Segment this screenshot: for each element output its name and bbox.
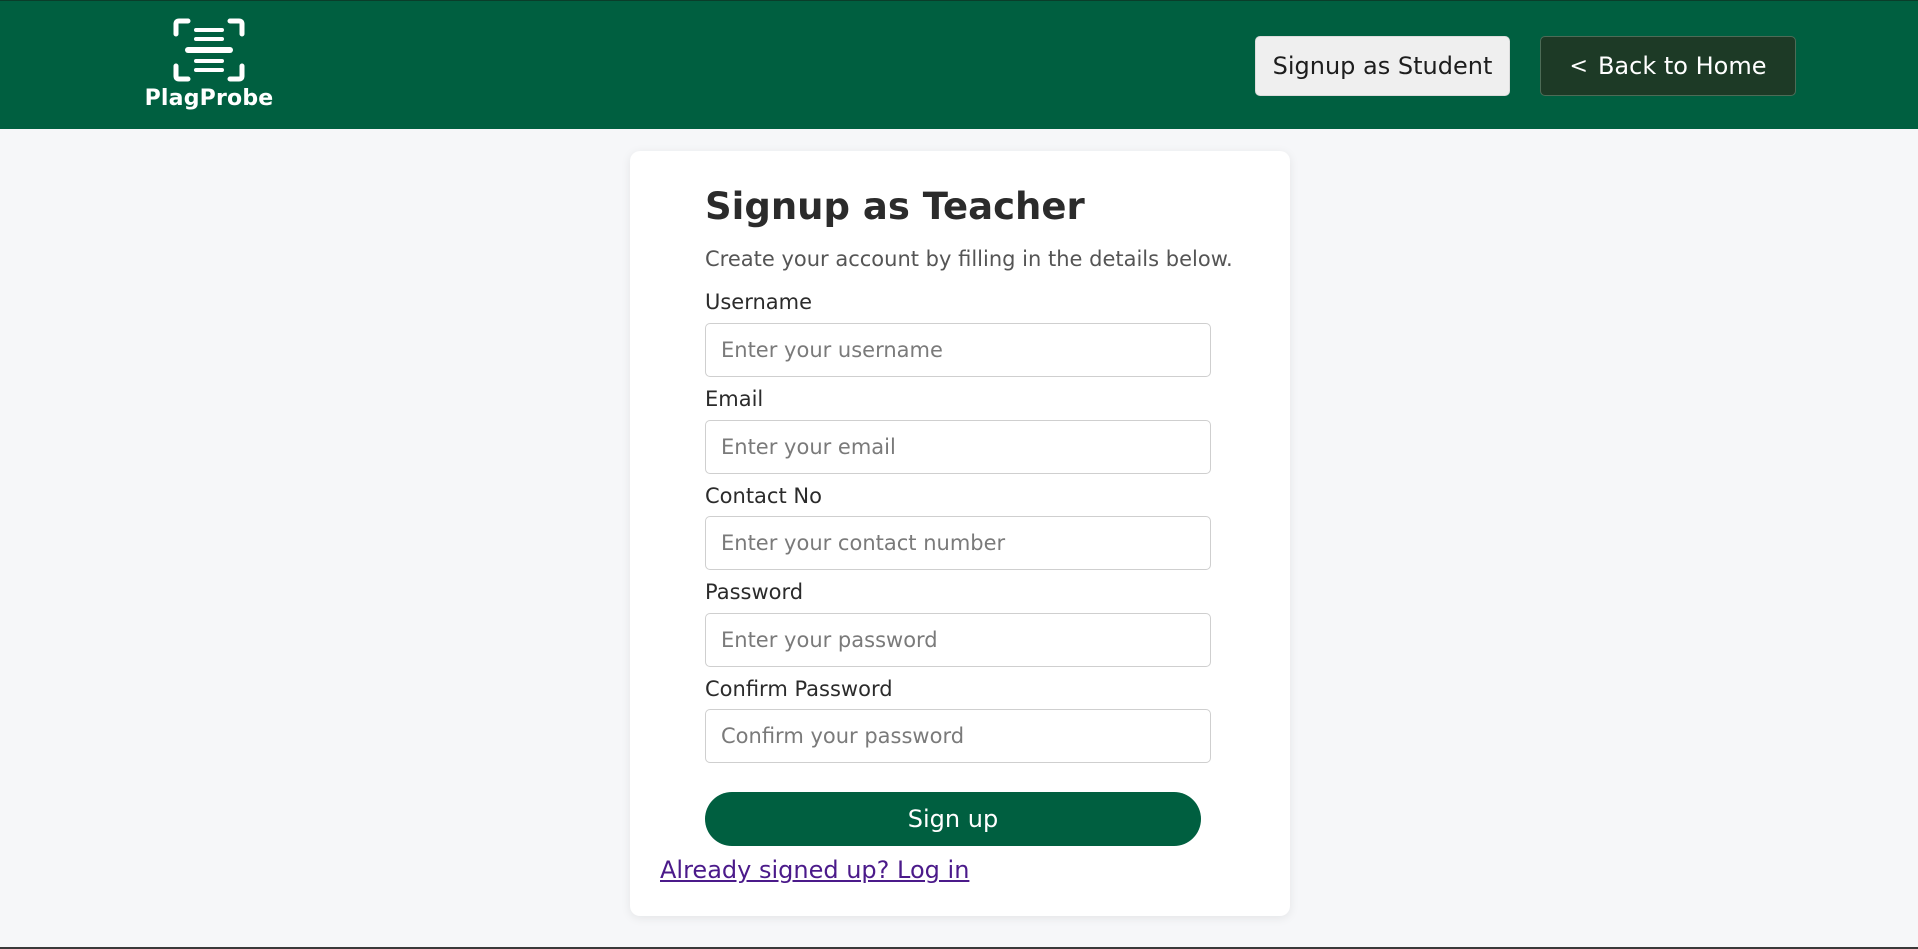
brand-logo[interactable]: PlagProbe bbox=[138, 17, 280, 111]
chevron-left-icon: < bbox=[1569, 53, 1588, 79]
contact-number-input[interactable] bbox=[705, 516, 1211, 570]
scan-document-icon bbox=[173, 18, 245, 82]
sign-up-button[interactable]: Sign up bbox=[705, 792, 1201, 846]
brand-name: PlagProbe bbox=[144, 86, 274, 111]
signup-as-student-button[interactable]: Signup as Student bbox=[1255, 36, 1510, 96]
page-title: Signup as Teacher bbox=[705, 185, 1085, 228]
back-to-home-label: Back to Home bbox=[1597, 52, 1767, 80]
password-input[interactable] bbox=[705, 613, 1211, 667]
back-to-home-button[interactable]: < Back to Home bbox=[1540, 36, 1796, 96]
password-label: Password bbox=[705, 580, 804, 604]
email-input[interactable] bbox=[705, 420, 1211, 474]
email-label: Email bbox=[705, 387, 764, 411]
confirm-password-input[interactable] bbox=[705, 709, 1211, 763]
page-subtitle: Create your account by filling in the de… bbox=[705, 247, 1233, 271]
confirm-password-label: Confirm Password bbox=[705, 677, 893, 701]
username-label: Username bbox=[705, 290, 813, 314]
username-input[interactable] bbox=[705, 323, 1211, 377]
signup-as-student-label: Signup as Student bbox=[1272, 52, 1493, 80]
contact-no-label: Contact No bbox=[705, 484, 822, 508]
login-link[interactable]: Already signed up? Log in bbox=[660, 856, 969, 884]
top-navbar: PlagProbe Signup as Student < Back to Ho… bbox=[0, 0, 1918, 129]
signup-card: Signup as Teacher Create your account by… bbox=[630, 151, 1290, 916]
